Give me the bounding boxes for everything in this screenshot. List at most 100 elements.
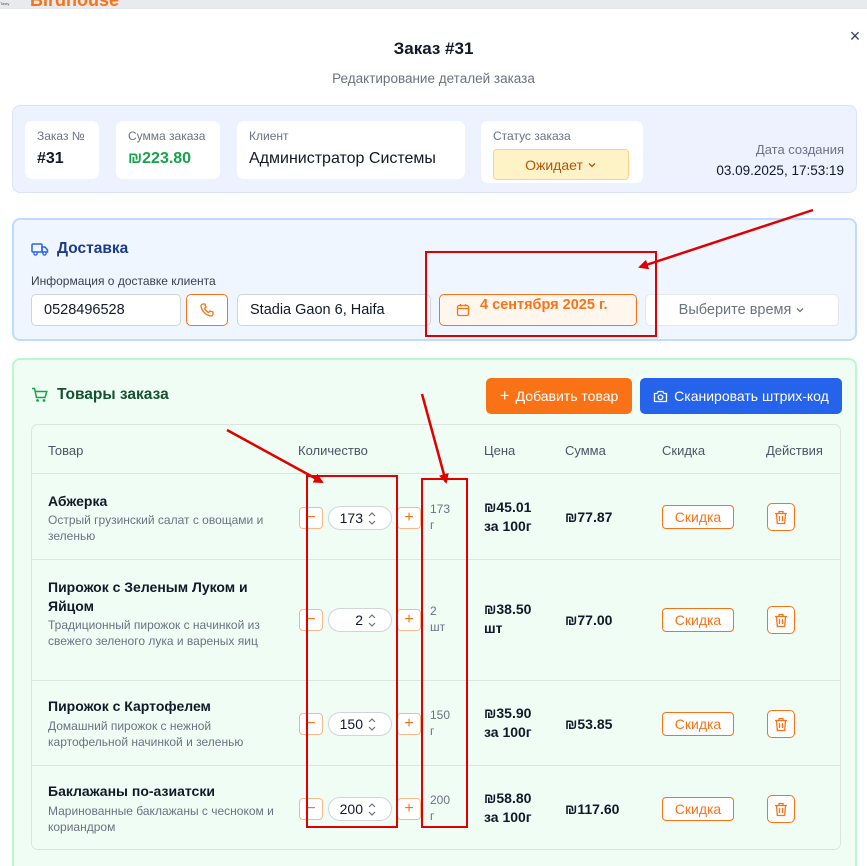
scan-barcode-label: Сканировать штрих-код: [674, 388, 829, 404]
app-brand: Birdhouse: [30, 0, 119, 8]
trash-icon: [775, 717, 787, 731]
quantity-decrease-button[interactable]: −: [299, 798, 323, 820]
chevron-down-icon: [796, 308, 804, 313]
col-header-price: Цена: [484, 443, 516, 458]
order-items-table: Товар Количество Цена Сумма Скидка Дейст…: [31, 424, 841, 850]
quantity-decrease-button[interactable]: −: [299, 713, 323, 735]
table-row: Пирожок с Зеленым Луком и Яйцом Традицио…: [32, 559, 840, 680]
delivery-title-text: Доставка: [57, 240, 129, 257]
unit-amount: 2: [430, 604, 437, 618]
unit-label: г: [430, 724, 435, 738]
cart-icon: [32, 387, 48, 402]
price-per: за 100г: [484, 724, 532, 740]
spinner-icon: [368, 718, 376, 731]
unit-amount: 173: [430, 502, 451, 516]
price-cell: ₪38.50 шт: [484, 600, 531, 638]
plus-icon: +: [499, 386, 510, 405]
order-sum-card: Сумма заказа ₪223.80: [116, 121, 220, 179]
discount-button[interactable]: Скидка: [662, 797, 734, 821]
price-value: ₪35.90: [484, 705, 532, 721]
price-cell: ₪35.90 за 100г: [484, 704, 532, 742]
order-info-panel: Заказ № #31 Сумма заказа ₪223.80 Клиент …: [12, 105, 857, 193]
product-description: Острый грузинский салат с овощами и зеле…: [48, 513, 264, 543]
quantity-increase-button[interactable]: +: [397, 713, 421, 735]
trash-icon: [775, 802, 787, 816]
product-name: Абжерка: [48, 493, 108, 509]
table-row: Абжерка Острый грузинский салат с овощам…: [32, 473, 840, 559]
product-name: Пирожок с Картофелем: [48, 698, 211, 714]
quantity-increase-button[interactable]: +: [397, 507, 421, 529]
truck-icon: [31, 243, 49, 256]
calendar-icon: [456, 304, 470, 317]
call-button[interactable]: [186, 294, 228, 326]
spinner-icon: [368, 803, 376, 816]
order-items-panel: Товары заказа + Добавить товар Сканирова…: [12, 358, 857, 866]
quantity-decrease-button[interactable]: −: [299, 609, 323, 631]
order-number-label: Заказ №: [37, 129, 85, 143]
camera-icon: [654, 390, 668, 402]
quantity-input[interactable]: 200: [328, 797, 392, 821]
sum-value: ₪117.60: [565, 801, 620, 817]
price-value: ₪58.80: [484, 790, 532, 806]
modal-title: Заказ #31: [393, 39, 474, 58]
price-value: ₪45.01: [484, 499, 532, 515]
status-dropdown[interactable]: Ожидает: [493, 149, 629, 180]
status-card: Статус заказа Ожидает: [481, 121, 643, 183]
discount-button[interactable]: Скидка: [662, 608, 734, 632]
product-name: Пирожок с Зеленым Луком и Яйцом: [48, 579, 248, 614]
sum-value: ₪53.85: [565, 716, 613, 732]
quantity-decrease-button[interactable]: −: [299, 507, 323, 529]
product-description: Домашний пирожок с нежной картофельной н…: [48, 719, 244, 749]
quantity-input[interactable]: 2: [328, 608, 392, 632]
product-description: Маринованные баклажаны с чесноком и кори…: [48, 804, 274, 834]
quantity-unit: 173 г: [430, 501, 460, 533]
product-description: Традиционный пирожок с начинкой из свеже…: [48, 618, 260, 648]
delivery-date-picker[interactable]: 4 сентября 2025 г.: [439, 294, 637, 326]
unit-amount: 200: [430, 793, 451, 807]
discount-button[interactable]: Скидка: [662, 505, 734, 529]
background-app-strip: Tasty Birdhouse: [0, 0, 867, 8]
status-label: Статус заказа: [493, 129, 571, 143]
delivery-time-placeholder: Выберите время: [678, 302, 792, 318]
add-product-button[interactable]: + Добавить товар: [486, 378, 632, 414]
delivery-title: Доставка: [31, 240, 128, 258]
client-card: Клиент Администратор Системы: [237, 121, 465, 179]
quantity-input[interactable]: 173: [328, 506, 392, 530]
phone-input[interactable]: 0528496528: [31, 294, 181, 326]
address-input[interactable]: Stadia Gaon 6, Haifa: [237, 294, 431, 326]
quantity-increase-button[interactable]: +: [397, 609, 421, 631]
quantity-value: 173: [339, 510, 363, 526]
delivery-info-label: Информация о доставке клиента: [31, 274, 216, 288]
price-cell: ₪45.01 за 100г: [484, 498, 532, 536]
created-value: 03.09.2025, 17:53:19: [716, 163, 844, 178]
client-value: Администратор Системы: [249, 150, 436, 167]
unit-label: шт: [430, 620, 446, 634]
delivery-date-value: 4 сентября 2025 г.: [480, 297, 608, 313]
delete-button[interactable]: [767, 503, 795, 531]
items-title-text: Товары заказа: [57, 386, 169, 403]
delete-button[interactable]: [767, 795, 795, 823]
discount-button[interactable]: Скидка: [662, 712, 734, 736]
order-number-value: #31: [37, 150, 64, 167]
col-header-quantity: Количество: [298, 443, 368, 458]
spinner-icon: [368, 614, 376, 627]
status-value: Ожидает: [525, 156, 583, 173]
quantity-input[interactable]: 150: [328, 712, 392, 736]
quantity-increase-button[interactable]: +: [397, 798, 421, 820]
quantity-value: 200: [339, 801, 363, 817]
modal-subtitle: Редактирование деталей заказа: [332, 71, 535, 86]
price-per: за 100г: [484, 518, 532, 534]
scan-barcode-button[interactable]: Сканировать штрих-код: [640, 378, 842, 414]
order-number-card: Заказ № #31: [25, 121, 99, 179]
quantity-unit: 200 г: [430, 792, 460, 824]
created-date-block: Дата создания 03.09.2025, 17:53:19: [716, 142, 844, 178]
price-per: шт: [484, 620, 503, 636]
delivery-time-select[interactable]: Выберите время: [645, 294, 839, 326]
client-label: Клиент: [249, 129, 289, 143]
delete-button[interactable]: [767, 710, 795, 738]
app-tiny-label: Tasty: [0, 1, 10, 6]
col-header-actions: Действия: [766, 443, 823, 458]
order-edit-modal: × Заказ #31 Редактирование деталей заказ…: [0, 8, 867, 866]
phone-icon: [200, 303, 214, 317]
delete-button[interactable]: [767, 606, 795, 634]
